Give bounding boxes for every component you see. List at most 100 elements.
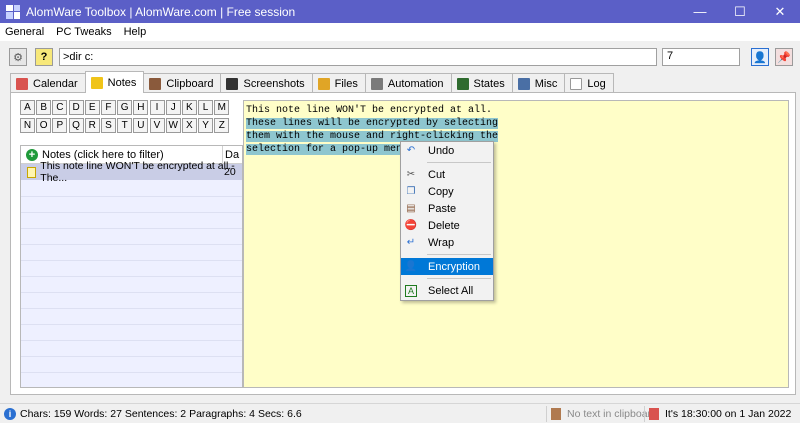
pin-button[interactable]: 📌 [775,48,793,66]
letter-filter-r[interactable]: R [84,118,100,133]
context-menu: ↶ Undo ✂ Cut ❐ Copy ▤ Paste ⛔ Delete ↵ Wrap 👤 E… [400,141,494,301]
editor-line: them with the mouse and right-clicking t… [246,130,786,143]
menu-pc-tweaks[interactable]: PC Tweaks [50,26,117,38]
add-note-icon[interactable]: + [26,148,38,161]
letter-filter-a[interactable]: A [20,100,35,115]
letter-filter-u[interactable]: U [133,118,149,133]
letter-filter-x[interactable]: X [181,118,197,133]
letter-filter-e[interactable]: E [84,100,100,115]
text-stats: Chars: 159 Words: 27 Sentences: 2 Paragr… [20,407,302,420]
menu-separator [427,278,491,279]
tab-notes[interactable]: Notes [84,71,145,93]
letter-filter-l[interactable]: L [198,100,214,115]
letter-filter-k[interactable]: K [181,100,197,115]
help-button[interactable]: ? [35,48,53,66]
wrap-icon: ↵ [406,237,416,248]
settings-button[interactable]: ⚙ [9,48,27,66]
count-field[interactable]: 7 [662,48,740,66]
letter-filter-m[interactable]: M [214,100,230,115]
tab-screenshots[interactable]: Screenshots [220,73,313,93]
menu-separator [427,254,491,255]
notes-icon [90,76,103,89]
clock-status[interactable]: It's 18:30:00 on 1 Jan 2022 [644,406,791,422]
letter-filter-f[interactable]: F [100,100,116,115]
help-icon: ? [40,51,48,63]
editor-line: This note line WON'T be encrypted at all… [246,105,493,116]
misc-icon [517,77,530,90]
letter-filter-o[interactable]: O [36,118,52,133]
note-editor[interactable]: This note line WON'T be encrypted at all… [243,100,789,388]
status-bar: i Chars: 159 Words: 27 Sentences: 2 Para… [0,403,800,423]
log-icon [570,77,583,90]
letter-filter-v[interactable]: V [149,118,165,133]
copy-icon: ❐ [406,186,416,197]
list-item[interactable]: This note line WON'T be encrypted at all… [21,160,242,184]
menu-item-select-all[interactable]: A Select All [401,282,493,299]
minimize-button[interactable]: — [680,0,720,23]
tab-files[interactable]: Files [311,73,366,93]
user-button[interactable]: 👤 [751,48,769,66]
menu-item-paste[interactable]: ▤ Paste [401,200,493,217]
tab-calendar[interactable]: Calendar [10,73,86,93]
screenshots-icon [226,77,239,90]
letter-filter-d[interactable]: D [68,100,84,115]
menu-general[interactable]: General [0,26,50,38]
menu-item-copy[interactable]: ❐ Copy [401,183,493,200]
tab-strip: Calendar Notes Clipboard Screenshots Fil… [10,71,614,93]
cut-icon: ✂ [406,169,416,180]
letter-filter-g[interactable]: G [117,100,133,115]
menu-item-encryption[interactable]: 👤 Encryption [401,258,493,275]
letter-filter-w[interactable]: W [165,118,181,133]
menu-separator [427,162,491,163]
editor-line: selection for a pop-up menu. [246,143,786,156]
window-title: AlomWare Toolbox | AlomWare.com | Free s… [26,4,296,19]
gear-icon: ⚙ [13,51,23,64]
tab-automation[interactable]: Automation [364,73,452,93]
tab-misc[interactable]: Misc [511,73,566,93]
menu-item-cut[interactable]: ✂ Cut [401,166,493,183]
letter-filter-c[interactable]: C [52,100,68,115]
letter-filter-y[interactable]: Y [198,118,214,133]
menu-item-undo[interactable]: ↶ Undo [401,142,493,159]
letter-filter-b[interactable]: B [36,100,52,115]
letter-filter-j[interactable]: J [165,100,181,115]
notes-list[interactable]: + Notes (click here to filter) Da This n… [20,145,243,388]
letter-filter-p[interactable]: P [52,118,68,133]
command-bar: ⚙ ? 7 👤 📌 [0,44,800,70]
menu-item-delete[interactable]: ⛔ Delete [401,217,493,234]
letter-filter-i[interactable]: I [149,100,165,115]
title-bar: AlomWare Toolbox | AlomWare.com | Free s… [0,0,800,23]
letter-filter-q[interactable]: Q [68,118,84,133]
letter-filter-n[interactable]: N [20,118,35,133]
letter-filter-z[interactable]: Z [214,118,230,133]
select-all-icon: A [405,284,417,297]
note-title: This note line WON'T be encrypted at all… [40,160,235,184]
encryption-icon: 👤 [404,261,418,272]
tab-log[interactable]: Log [564,73,614,93]
editor-line: These lines will be encrypted by selecti… [246,117,786,130]
notes-filter-label: Notes (click here to filter) [42,148,164,161]
maximize-button[interactable]: ☐ [720,0,760,23]
paste-icon: ▤ [406,203,416,214]
clipboard-icon [551,408,561,420]
calendar-icon [16,77,28,90]
command-input[interactable] [59,48,657,66]
info-icon: i [4,407,16,420]
selected-text: selection for a pop-up menu. [246,144,415,155]
note-icon [27,166,37,178]
states-icon [456,77,469,90]
letter-filter-t[interactable]: T [117,118,133,133]
letter-filter-h[interactable]: H [133,100,149,115]
letter-filter: ABCDEFGHIJKLM NOPQRSTUVWXYZ [20,100,242,136]
tab-states[interactable]: States [450,73,513,93]
clipboard-status[interactable]: No text in clipboard [546,406,657,422]
menu-help[interactable]: Help [118,26,153,38]
letter-filter-s[interactable]: S [100,118,116,133]
close-button[interactable]: ✕ [760,0,800,23]
clipboard-icon [149,77,162,90]
delete-icon: ⛔ [404,220,418,231]
menu-item-wrap[interactable]: ↵ Wrap [401,234,493,251]
tab-clipboard[interactable]: Clipboard [143,73,222,93]
note-date: 20 [224,166,236,178]
undo-icon: ↶ [406,145,416,156]
